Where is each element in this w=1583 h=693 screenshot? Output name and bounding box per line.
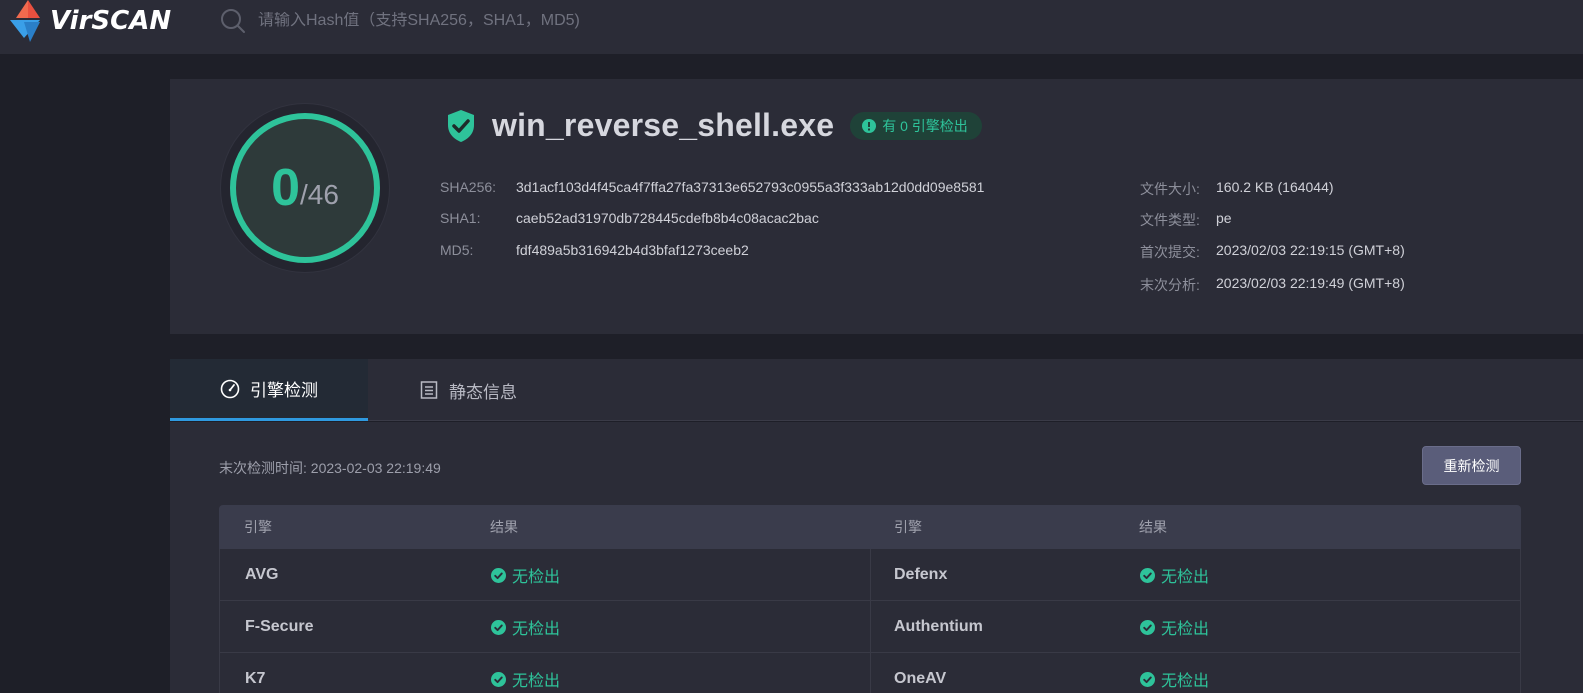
tab-engine-detection-label: 引擎检测	[250, 381, 318, 400]
file-size-label: 文件大小:	[1140, 181, 1200, 197]
file-type-label: 文件类型:	[1140, 212, 1200, 228]
file-type-value: pe	[1216, 210, 1232, 226]
result-text: 无检出	[1161, 673, 1210, 690]
file-info-panel: 0 /46 win_reverse_shell.exe 有 0 引擎检出 SHA…	[170, 79, 1583, 334]
check-circle-icon	[491, 567, 506, 583]
rescan-button[interactable]: 重新检测	[1422, 446, 1521, 485]
gauge-icon	[220, 379, 240, 398]
last-scan-time: 末次检测时间: 2023-02-03 22:19:49	[219, 460, 441, 476]
column-divider	[870, 549, 871, 601]
header-result-right: 结果	[1139, 519, 1167, 535]
detection-score-ring: 0 /46	[230, 113, 380, 263]
engine-result: 无检出	[1140, 549, 1209, 601]
search-icon[interactable]	[220, 8, 246, 34]
engine-name: K7	[245, 670, 266, 687]
file-size-value: 160.2 KB (164044)	[1216, 179, 1334, 195]
first-submit-label: 首次提交:	[1140, 244, 1200, 260]
detection-badge: 有 0 引擎检出	[850, 111, 982, 140]
header-engine-right: 引擎	[894, 519, 922, 535]
file-type-row: 文件类型: pe	[1140, 210, 1232, 230]
result-text: 无检出	[1161, 569, 1210, 586]
table-row: AVG 无检出 Defenx 无检出	[219, 549, 1521, 601]
sha1-label: SHA1:	[440, 210, 481, 226]
logo[interactable]: VirSCAN	[10, 0, 171, 42]
detection-badge-text: 有 0 引擎检出	[882, 117, 968, 134]
last-analysis-label: 末次分析:	[1140, 277, 1200, 293]
shield-check-icon	[448, 109, 474, 142]
column-divider	[870, 601, 871, 653]
file-title: win_reverse_shell.exe 有 0 引擎检出	[446, 107, 982, 144]
table-row: K7 无检出 OneAV 无检出	[219, 653, 1521, 693]
last-analysis-value: 2023/02/03 22:19:49 (GMT+8)	[1216, 275, 1405, 291]
tab-engine-detection[interactable]: 引擎检测	[170, 359, 368, 421]
document-icon	[420, 381, 438, 399]
tab-bar: 引擎检测 静态信息	[170, 359, 1583, 421]
engine-name: Authentium	[894, 618, 983, 635]
md5-value: fdf489a5b316942b4d3bfaf1273ceeb2	[516, 242, 749, 258]
search-input[interactable]	[258, 12, 778, 30]
file-name: win_reverse_shell.exe	[492, 107, 835, 143]
last-analysis-row: 末次分析: 2023/02/03 22:19:49 (GMT+8)	[1140, 275, 1405, 295]
engine-name: AVG	[245, 566, 279, 583]
check-circle-icon	[491, 619, 506, 635]
engine-name: F-Secure	[245, 618, 314, 635]
header-result-left: 结果	[490, 519, 518, 535]
engine-name: Defenx	[894, 566, 948, 583]
result-text: 无检出	[1161, 621, 1210, 638]
engine-results-table: 引擎 结果 引擎 结果 AVG 无检出 Defenx 无检出 F-Secure …	[219, 505, 1521, 693]
tab-static-info-label: 静态信息	[449, 382, 517, 402]
alert-icon	[862, 118, 877, 133]
engine-detection-content: 末次检测时间: 2023-02-03 22:19:49 重新检测 引擎 结果 引…	[170, 422, 1583, 693]
engine-result: 无检出	[1140, 601, 1209, 653]
search-bar	[220, 8, 778, 34]
md5-row: MD5: fdf489a5b316942b4d3bfaf1273ceeb2	[440, 242, 749, 258]
header-engine-left: 引擎	[244, 519, 272, 535]
engine-result: 无检出	[1140, 653, 1209, 693]
column-divider	[870, 653, 871, 693]
first-submit-row: 首次提交: 2023/02/03 22:19:15 (GMT+8)	[1140, 242, 1405, 262]
engine-result: 无检出	[491, 601, 560, 653]
check-circle-icon	[491, 671, 506, 687]
result-text: 无检出	[512, 569, 561, 586]
tab-static-info[interactable]: 静态信息	[368, 359, 568, 421]
file-size-row: 文件大小: 160.2 KB (164044)	[1140, 179, 1334, 199]
detected-count: 0	[271, 159, 300, 217]
table-row: F-Secure 无检出 Authentium 无检出	[219, 601, 1521, 653]
check-circle-icon	[1140, 671, 1155, 687]
virscan-logo-icon	[10, 0, 40, 42]
total-engines: /46	[299, 179, 339, 210]
check-circle-icon	[1140, 567, 1155, 583]
result-text: 无检出	[512, 621, 561, 638]
logo-text: VirSCAN	[50, 6, 172, 36]
sha256-value: 3d1acf103d4f45ca4f7ffa27fa37313e652793c0…	[516, 179, 985, 195]
check-circle-icon	[1140, 619, 1155, 635]
sha1-value: caeb52ad31970db728445cdefb8b4c08acac2bac	[516, 210, 819, 226]
engine-result: 无检出	[491, 653, 560, 693]
top-bar: VirSCAN	[0, 0, 1583, 54]
sha256-label: SHA256:	[440, 179, 497, 195]
engine-result: 无检出	[491, 549, 560, 601]
engine-name: OneAV	[894, 670, 947, 687]
table-header: 引擎 结果 引擎 结果	[219, 505, 1521, 549]
result-text: 无检出	[512, 673, 561, 690]
sha256-row: SHA256: 3d1acf103d4f45ca4f7ffa27fa37313e…	[440, 179, 984, 195]
sha1-row: SHA1: caeb52ad31970db728445cdefb8b4c08ac…	[440, 210, 819, 226]
md5-label: MD5:	[440, 242, 474, 258]
first-submit-value: 2023/02/03 22:19:15 (GMT+8)	[1216, 242, 1405, 258]
